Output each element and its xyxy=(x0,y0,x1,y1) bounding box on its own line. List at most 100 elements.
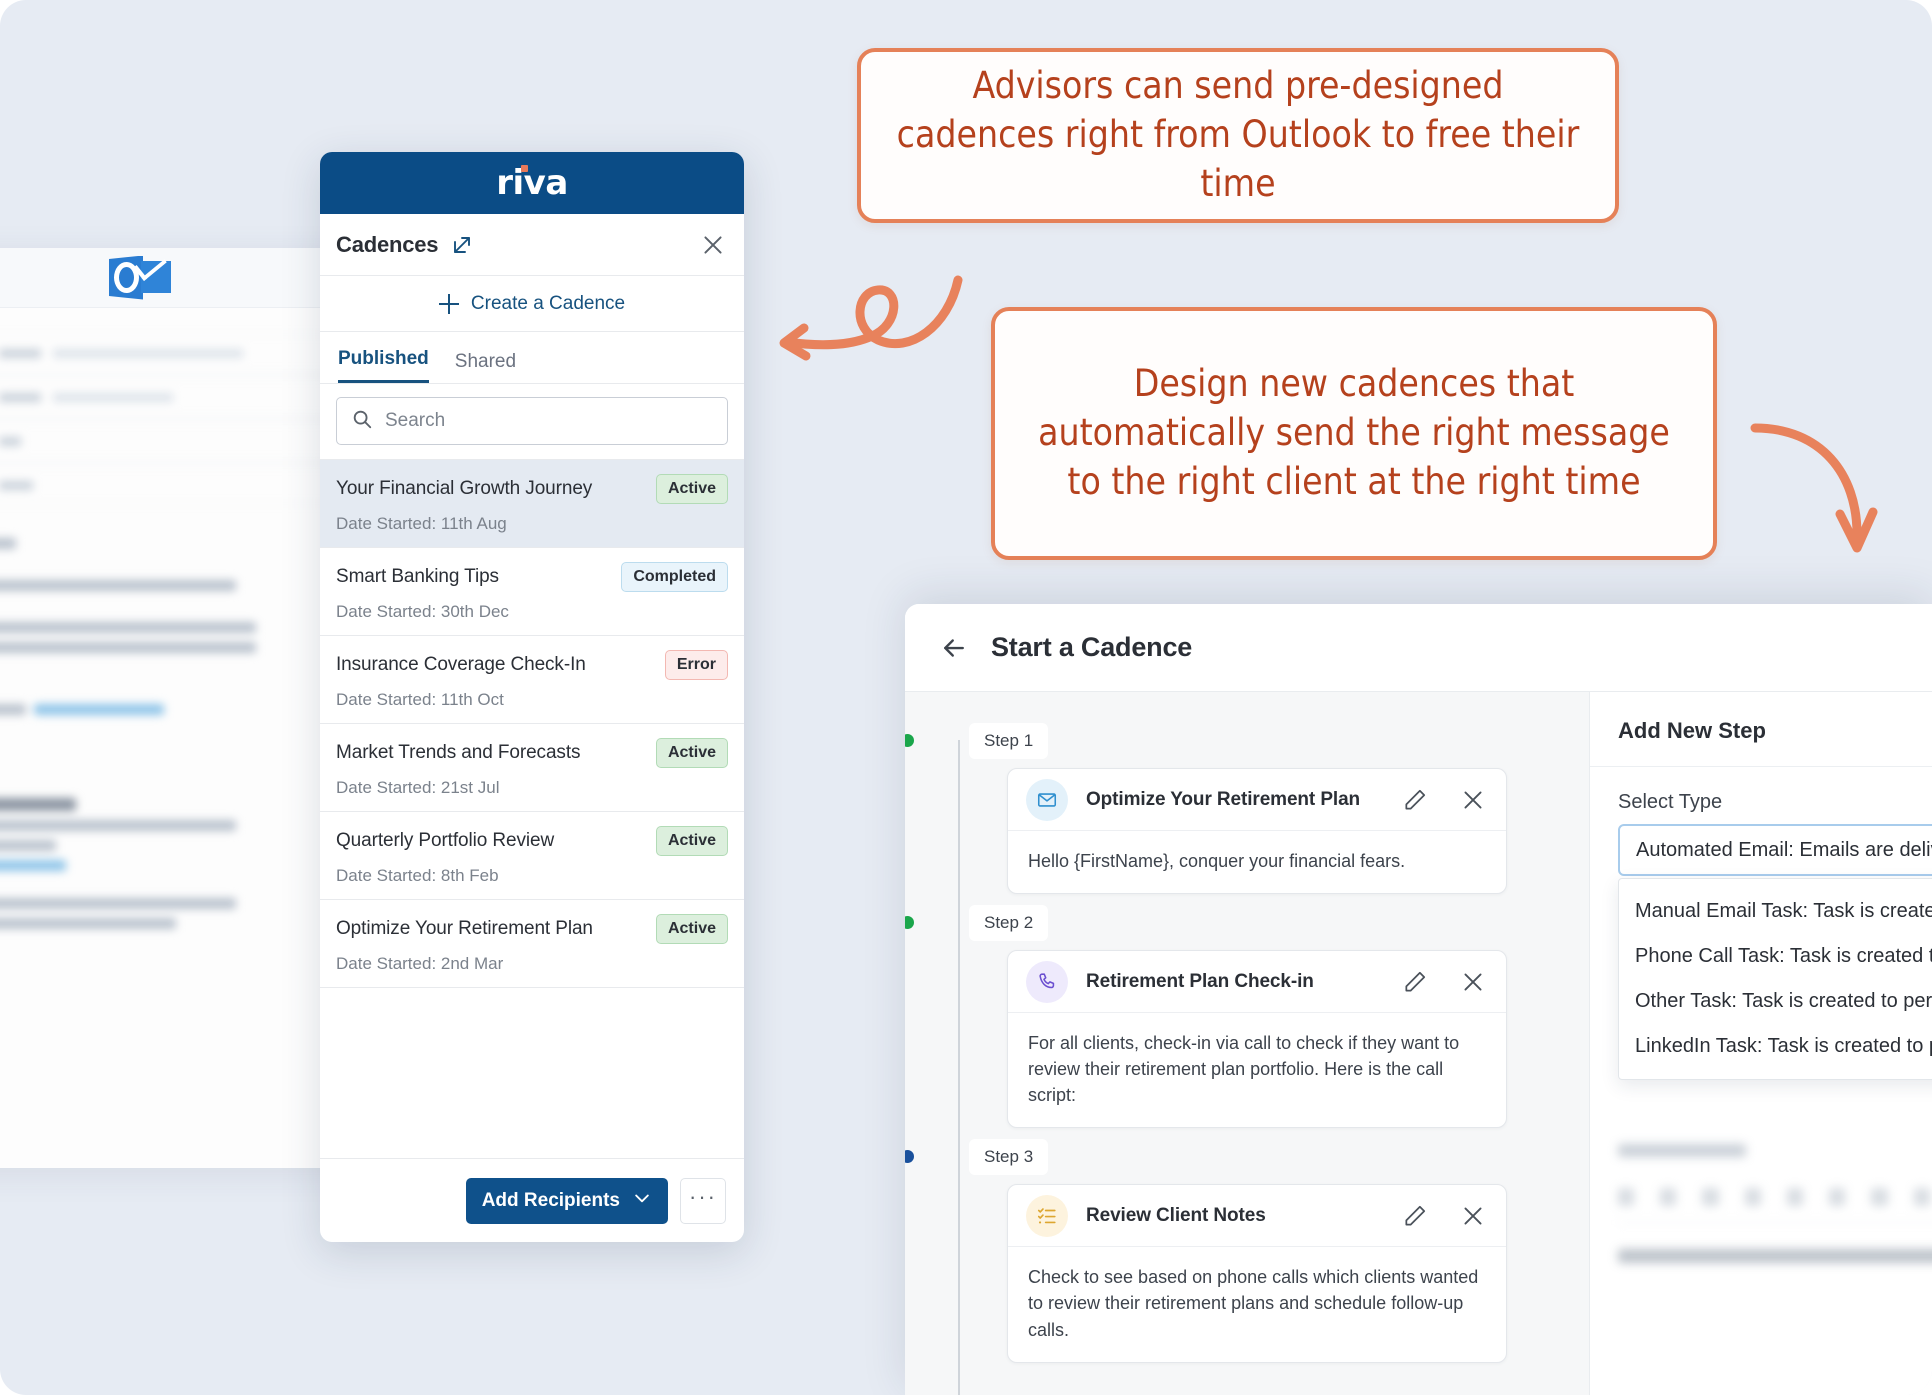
cadence-list-item[interactable]: Quarterly Portfolio Review Active Date Sta… xyxy=(320,812,744,900)
riva-brand-header: riva xyxy=(320,152,744,214)
status-badge: Active xyxy=(655,474,728,504)
select-type-label: Select Type xyxy=(1618,791,1723,813)
riva-logo-text: riva xyxy=(496,163,568,203)
callout-advisors-send-cadences: Advisors can send pre-designed cadences … xyxy=(857,48,1619,223)
step-description: For all clients, check-in via call to ch… xyxy=(1028,1033,1460,1106)
start-a-cadence-window: Start a Cadence Step 1 Optimize Your Reti… xyxy=(905,604,1932,1395)
cadence-date-started: Date Started: 11th Aug xyxy=(336,514,507,533)
pencil-icon[interactable] xyxy=(1402,1203,1428,1229)
close-icon[interactable] xyxy=(1460,787,1486,813)
step-header: Step 2 xyxy=(905,904,1589,942)
add-new-step-title: Add New Step xyxy=(1590,718,1932,767)
cadence-row-top: Smart Banking Tips Completed xyxy=(336,562,728,592)
step-card-header: Retirement Plan Check-in xyxy=(1008,951,1506,1014)
step-description: Hello {FirstName}, conquer your financia… xyxy=(1028,851,1406,871)
more-options-button[interactable]: ··· xyxy=(680,1177,726,1224)
arrow-left-icon[interactable] xyxy=(939,633,969,663)
step-number-chip: Step 3 xyxy=(969,1139,1049,1176)
step-type-select[interactable]: Automated Email: Emails are delivered xyxy=(1618,824,1932,876)
cadence-window-body: Step 1 Optimize Your Retirement Plan Hello… xyxy=(905,691,1932,1395)
steps-pane: Step 1 Optimize Your Retirement Plan Hello… xyxy=(905,692,1589,1395)
callout-text: Advisors can send pre-designed cadences … xyxy=(896,64,1580,205)
step-description: Check to see based on phone calls which … xyxy=(1028,1267,1479,1340)
step-number-chip: Step 2 xyxy=(969,905,1049,942)
cadence-list-item[interactable]: Market Trends and Forecasts Active Date St… xyxy=(320,724,744,812)
mail-icon xyxy=(1026,778,1068,821)
screenshot-canvas: riva Cadences Create a Cadence Published… xyxy=(0,0,1932,1395)
page-title: Cadences xyxy=(336,231,439,257)
step-card[interactable]: Review Client Notes Check to see based on… xyxy=(1007,1184,1507,1363)
step-type-option[interactable]: Other Task: Task is created to perform xyxy=(1619,979,1932,1024)
step-card[interactable]: Optimize Your Retirement Plan Hello {Firs… xyxy=(1007,768,1507,895)
cadence-window-header: Start a Cadence xyxy=(905,604,1932,691)
cadence-step: Step 3 Review Client Notes Check to see ba… xyxy=(905,1138,1589,1363)
cadences-footer: Add Recipients ··· xyxy=(320,1158,744,1242)
add-recipients-label: Add Recipients xyxy=(481,1189,620,1211)
close-icon[interactable] xyxy=(1460,969,1486,995)
pencil-icon[interactable] xyxy=(1402,969,1428,995)
step-header: Step 3 xyxy=(905,1138,1589,1176)
cadence-list: Your Financial Growth Journey Active Date … xyxy=(320,459,744,1158)
cadence-name: Insurance Coverage Check-In xyxy=(336,654,586,675)
status-badge: Active xyxy=(655,914,728,944)
status-badge: Error xyxy=(664,650,728,680)
steps-container: Step 1 Optimize Your Retirement Plan Hello… xyxy=(905,722,1589,1363)
outlook-icon xyxy=(109,252,171,304)
more-horizontal-icon: ··· xyxy=(689,1183,717,1209)
tab-published[interactable]: Published xyxy=(338,348,429,383)
status-badge: Active xyxy=(655,738,728,768)
step-type-options-list: Manual Email Task: Task is created to dP… xyxy=(1618,878,1932,1080)
checklist-icon xyxy=(1026,1194,1068,1237)
cadence-row-top: Insurance Coverage Check-In Error xyxy=(336,650,728,680)
cadence-step: Step 2 Retirement Plan Check-in For all cl… xyxy=(905,904,1589,1129)
status-badge: Completed xyxy=(621,562,728,592)
create-cadence-button[interactable]: Create a Cadence xyxy=(320,276,744,332)
cadence-list-item[interactable]: Optimize Your Retirement Plan Active Date … xyxy=(320,900,744,988)
riva-cadences-panel: riva Cadences Create a Cadence Published… xyxy=(320,152,744,1242)
cadence-date-started: Date Started: 8th Feb xyxy=(336,866,499,885)
step-status-dot xyxy=(905,734,914,747)
step-type-option[interactable]: LinkedIn Task: Task is created to perfor xyxy=(1619,1024,1932,1069)
step-title: Review Client Notes xyxy=(1086,1204,1266,1226)
step-type-option[interactable]: Manual Email Task: Task is created to d xyxy=(1619,889,1932,934)
riva-logo-dot xyxy=(521,165,529,172)
step-status-dot xyxy=(905,916,914,930)
cadence-list-item[interactable]: Insurance Coverage Check-In Error Date Sta… xyxy=(320,636,744,724)
cadence-name: Market Trends and Forecasts xyxy=(336,742,581,763)
callout-text: Design new cadences that automatically s… xyxy=(1038,362,1670,503)
search-input[interactable] xyxy=(385,410,713,432)
step-title: Retirement Plan Check-in xyxy=(1086,970,1314,992)
cadence-list-item[interactable]: Your Financial Growth Journey Active Date … xyxy=(320,460,744,548)
cadence-row-top: Your Financial Growth Journey Active xyxy=(336,474,728,504)
search-box[interactable] xyxy=(336,397,728,445)
close-icon[interactable] xyxy=(1460,1203,1486,1229)
step-editor-blurred-region xyxy=(1618,1144,1932,1263)
step-card-header: Review Client Notes xyxy=(1008,1185,1506,1248)
step-status-dot xyxy=(905,1150,914,1164)
close-icon[interactable] xyxy=(700,232,726,258)
cadence-name: Your Financial Growth Journey xyxy=(336,478,593,499)
riva-logo: riva xyxy=(496,163,568,203)
cadence-date-started: Date Started: 2nd Mar xyxy=(336,954,504,973)
cadence-date-started: Date Started: 11th Oct xyxy=(336,690,504,709)
pencil-icon[interactable] xyxy=(1402,787,1428,813)
cadence-list-item[interactable]: Smart Banking Tips Completed Date Started:… xyxy=(320,548,744,636)
external-link-icon[interactable] xyxy=(450,233,474,257)
callout-design-new-cadences: Design new cadences that automatically s… xyxy=(991,307,1717,560)
add-new-step-pane: Add New Step Select Type Automated Email… xyxy=(1589,692,1932,1395)
cadence-row-top: Optimize Your Retirement Plan Active xyxy=(336,914,728,944)
tab-shared[interactable]: Shared xyxy=(455,351,516,383)
curly-arrow-left-icon xyxy=(779,275,963,361)
cadence-row-top: Quarterly Portfolio Review Active xyxy=(336,826,728,856)
step-type-option[interactable]: Phone Call Task: Task is created to mak xyxy=(1619,934,1932,979)
curved-arrow-down-right-icon xyxy=(1750,423,1878,553)
cadence-row-top: Market Trends and Forecasts Active xyxy=(336,738,728,768)
step-card[interactable]: Retirement Plan Check-in For all clients,… xyxy=(1007,950,1507,1129)
search-container xyxy=(320,384,744,459)
search-icon xyxy=(351,408,373,435)
cadence-name: Smart Banking Tips xyxy=(336,566,499,587)
step-type-selected-value: Automated Email: Emails are delivered xyxy=(1636,838,1932,861)
add-recipients-button[interactable]: Add Recipients xyxy=(465,1177,668,1224)
step-header: Step 1 xyxy=(905,722,1589,760)
cadence-window-title: Start a Cadence xyxy=(991,632,1193,662)
